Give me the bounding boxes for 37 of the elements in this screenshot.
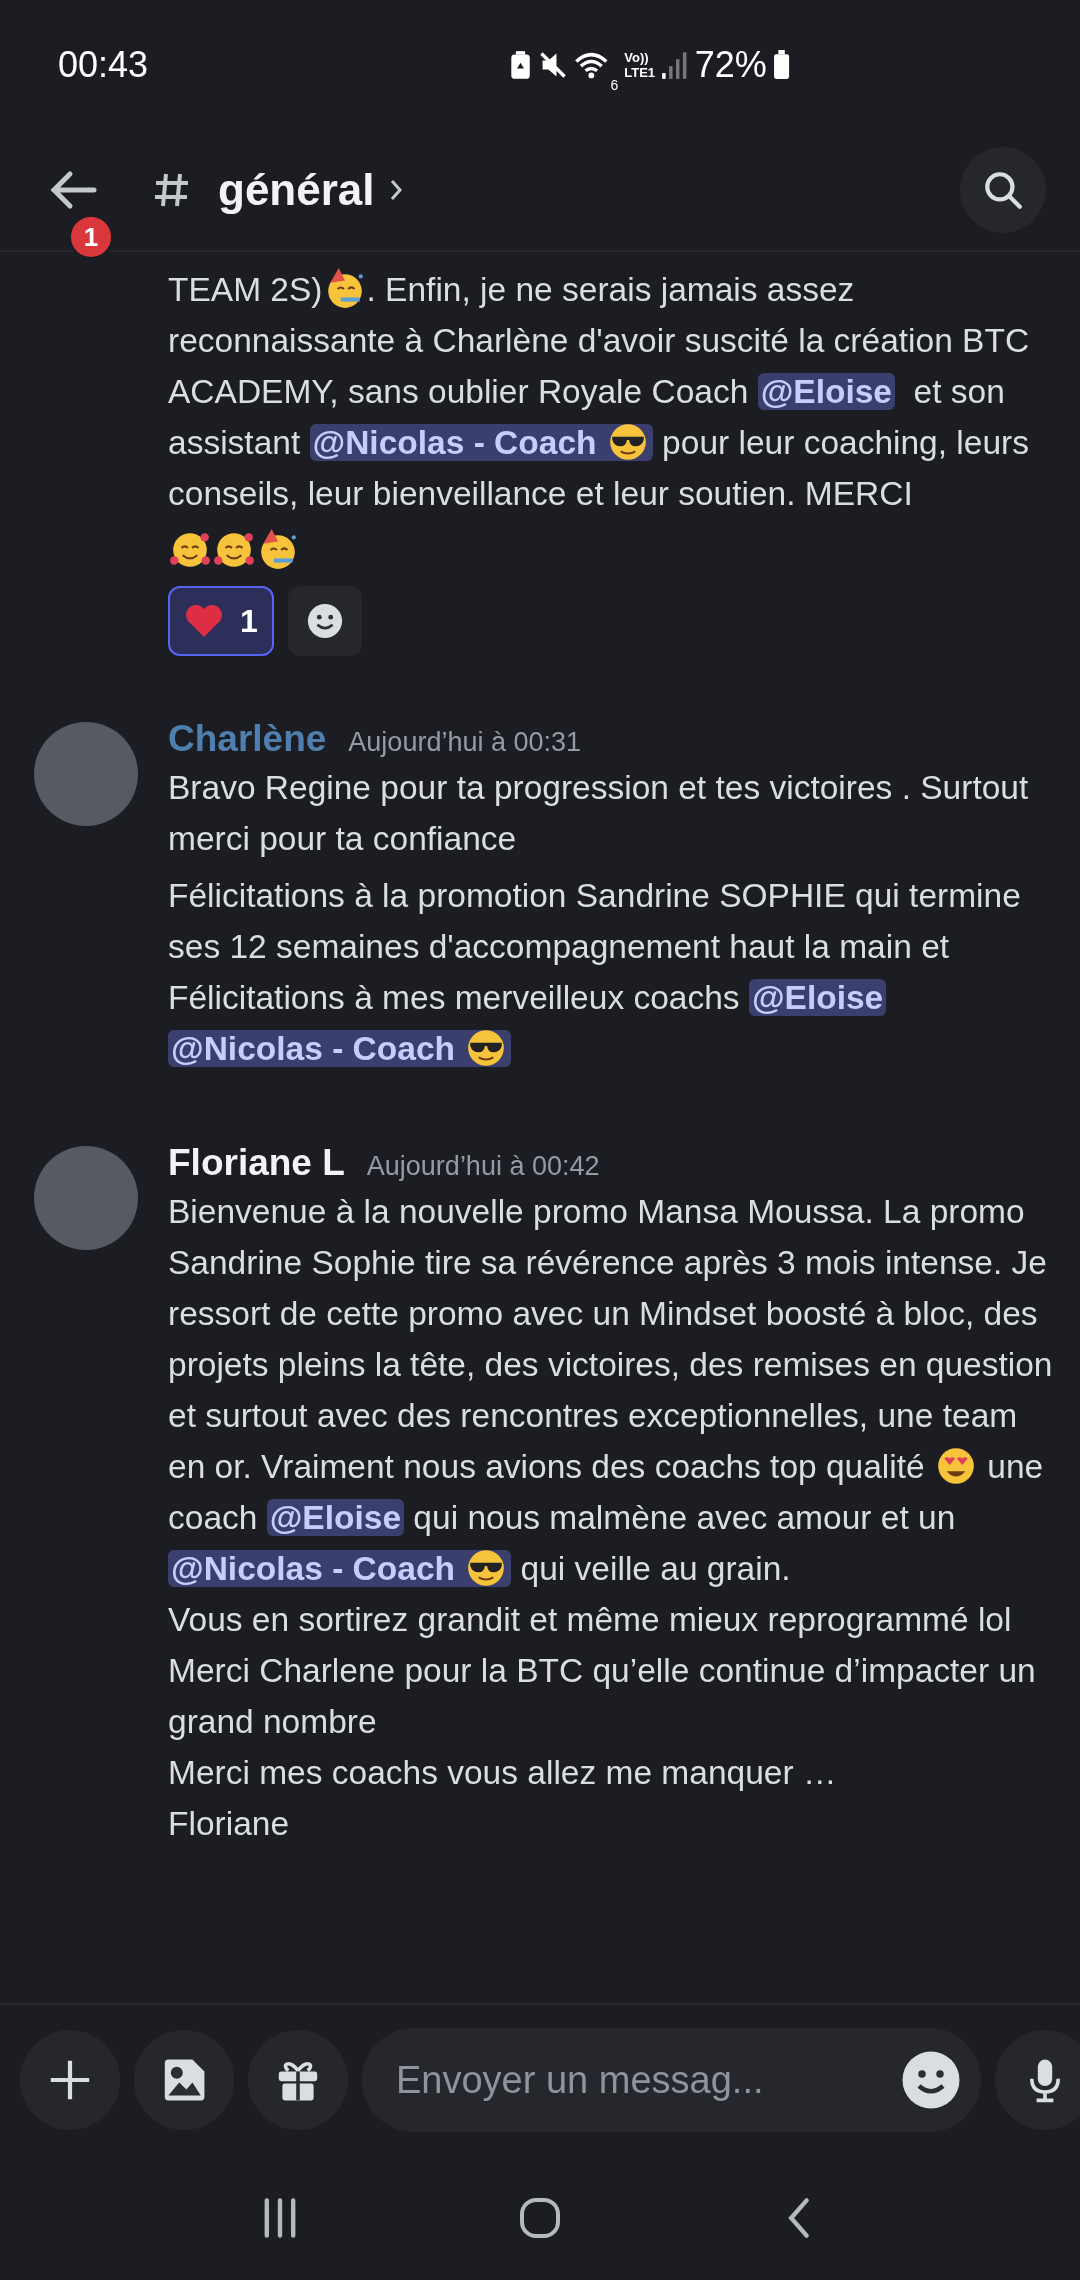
chevron-right-icon bbox=[388, 178, 403, 202]
channel-title[interactable]: général bbox=[218, 165, 375, 215]
message-input[interactable]: Envoyer un messag... bbox=[362, 2028, 981, 2132]
wifi-icon bbox=[573, 50, 609, 80]
user-mention[interactable]: @Eloise bbox=[757, 373, 895, 410]
user-mention[interactable]: @Nicolas - Coach bbox=[309, 424, 653, 461]
heart-eyes-face-icon bbox=[935, 1445, 977, 1487]
timestamp: Aujourd’hui à 00:42 bbox=[366, 1151, 600, 1182]
message-text: Félicitations à la promotion Sandrine SOPHIE qui termine ses 12 semaines d'accompagnement haut la main et Félicitations à mes merveilleux coachs @Eloise @Nicolas - Coach bbox=[168, 876, 1022, 1071]
heart-icon bbox=[184, 602, 224, 640]
emoji-button[interactable] bbox=[901, 2050, 961, 2110]
user-mention[interactable]: @Nicolas - Coach bbox=[168, 1030, 512, 1067]
author-name[interactable]: Charlène bbox=[168, 718, 327, 760]
user-mention[interactable]: @Eloise bbox=[748, 979, 887, 1016]
author-name[interactable]: Floriane L bbox=[168, 1142, 345, 1184]
message-text: Bravo Regine pour ta progression et tes victoires . Surtout merci pour ta confiance bbox=[168, 768, 1030, 859]
timestamp: Aujourd’hui à 00:31 bbox=[348, 727, 582, 758]
search-icon bbox=[982, 169, 1024, 211]
home-icon[interactable] bbox=[518, 2195, 562, 2240]
message-text: Bienvenue à la nouvelle promo Mansa Moussa. La promo Sandrine Sophie tire sa révérence après 3 mois intense. Je ressort de cette promo avec un Mindset boosté à bloc, des projets pleins la tête, des victoires, des remises en question et surtout avec des rencontres exceptionnelles, une team en or. Vraiment nous avions des coachs top qualité une coach @Eloise qui nous malmène avec amour et un @Nicolas - Coach qui veille au grain. Vous en sortirez grandit et même mieux reprogrammé lol Merci Charlene pour la BTC qu’elle continue d’impacter un grand nombre Merci mes coachs vous allez me manquer … Floriane bbox=[168, 1192, 1054, 1844]
signal-icon bbox=[661, 50, 689, 80]
battery-saver-icon bbox=[508, 50, 532, 80]
wifi-label: 6 bbox=[610, 77, 619, 93]
status-time: 00:43 bbox=[58, 44, 149, 86]
user-mention[interactable]: @Nicolas - Coach bbox=[168, 1550, 512, 1587]
volte-label: Vo)) bbox=[624, 50, 650, 65]
back-arrow-icon bbox=[48, 170, 98, 210]
reaction-button[interactable]: 1 bbox=[168, 586, 274, 656]
add-reaction-button[interactable] bbox=[287, 586, 362, 656]
smiley-icon bbox=[901, 2050, 961, 2110]
battery-percent: 72% bbox=[694, 44, 767, 86]
user-mention[interactable]: @Eloise bbox=[266, 1499, 405, 1536]
lte-label: LTE1 bbox=[624, 65, 656, 80]
muted-speaker-icon bbox=[537, 50, 568, 80]
message-text: TEAM 2S) . Enfin, je ne serais jamais assez reconnaissante à Charlène d'avoir suscité la création BTC ACADEMY, sans oublier Royale Coach @Eloise et son assistant @Nicolas - Coach pour leur coaching, leurs conseils, leur bienveillance et leur soutien. MERCI bbox=[168, 264, 1056, 519]
battery-icon bbox=[772, 50, 790, 80]
unread-badge: 1 bbox=[68, 214, 114, 260]
